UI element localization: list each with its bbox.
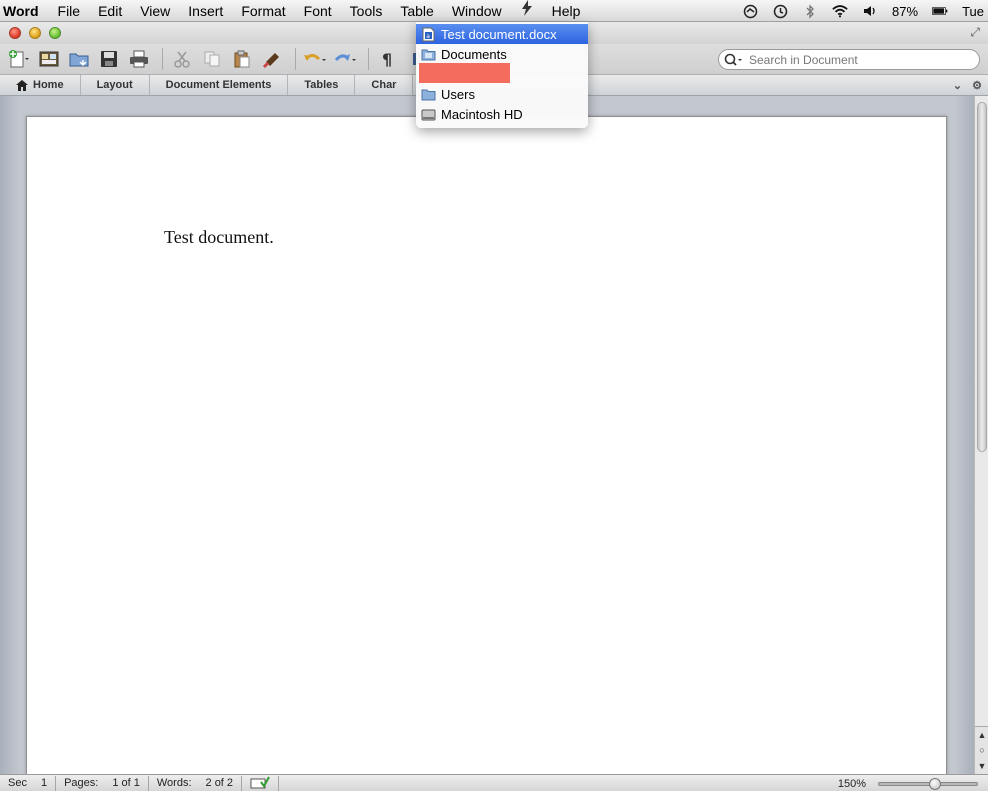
status-bar: Sec 1 Pages: 1 of 1 Words: 2 of 2 150% <box>0 774 988 791</box>
browse-object-icon[interactable]: ○ <box>979 745 984 755</box>
fullscreen-icon[interactable]: ⤢ <box>970 25 980 40</box>
document-page[interactable]: Test document. <box>26 116 947 786</box>
path-item-macintosh-hd[interactable]: Macintosh HD <box>416 104 588 124</box>
redacted-path-item[interactable] <box>419 63 510 83</box>
search-icon[interactable] <box>719 53 749 67</box>
copy-icon[interactable] <box>199 47 225 71</box>
tab-home[interactable]: Home <box>0 75 81 95</box>
path-item-document[interactable]: a Test document.docx <box>416 24 588 44</box>
redo-icon[interactable] <box>332 47 358 71</box>
templates-icon[interactable] <box>36 47 62 71</box>
hard-drive-icon <box>421 107 436 122</box>
folder-icon <box>421 47 436 62</box>
open-folder-icon[interactable] <box>66 47 92 71</box>
tab-document-elements[interactable]: Document Elements <box>150 75 289 95</box>
pages-label: Pages: <box>64 776 99 789</box>
tab-home-label: Home <box>33 79 64 91</box>
next-page-icon[interactable]: ▼ <box>978 761 987 771</box>
toolbar-separator <box>295 48 296 70</box>
clock[interactable]: Tue <box>962 4 984 19</box>
ribbon-gear-icon[interactable]: ⚙ <box>972 79 982 92</box>
app-menu[interactable]: Word <box>0 3 49 19</box>
format-painter-icon[interactable] <box>259 47 285 71</box>
zoom-slider[interactable] <box>878 777 978 790</box>
script-menu-icon[interactable] <box>511 0 543 22</box>
path-item-users[interactable]: Users <box>416 84 588 104</box>
menu-table[interactable]: Table <box>391 0 442 22</box>
pages-value: 1 of 1 <box>112 776 140 789</box>
tab-tables[interactable]: Tables <box>288 75 356 95</box>
scroll-thumb[interactable] <box>977 102 987 452</box>
path-item-label: Documents <box>441 46 507 62</box>
toolbar-separator <box>162 48 163 70</box>
menu-edit[interactable]: Edit <box>89 0 131 22</box>
spelling-check-icon <box>250 776 270 788</box>
page-navigation: ▲ ○ ▼ <box>975 726 988 774</box>
tab-layout[interactable]: Layout <box>81 75 150 95</box>
minimize-window-button[interactable] <box>29 27 41 39</box>
zoom-control: 150% <box>838 775 978 791</box>
menu-font[interactable]: Font <box>295 0 341 22</box>
document-text[interactable]: Test document. <box>164 227 274 248</box>
words-indicator[interactable]: Words: 2 of 2 <box>149 775 243 791</box>
document-path-menu: a Test document.docx Documents Users Mac… <box>416 22 588 128</box>
path-item-label: Macintosh HD <box>441 106 523 122</box>
save-icon[interactable] <box>96 47 122 71</box>
zoom-slider-knob[interactable] <box>929 777 941 790</box>
sync-icon[interactable] <box>742 3 758 19</box>
document-icon: a <box>421 27 436 42</box>
print-icon[interactable] <box>126 47 152 71</box>
folder-icon <box>421 87 436 102</box>
vertical-scrollbar[interactable]: ▲ ○ ▼ <box>974 96 988 774</box>
undo-icon[interactable] <box>302 47 328 71</box>
menu-insert[interactable]: Insert <box>179 0 232 22</box>
menu-file[interactable]: File <box>49 0 90 22</box>
words-label: Words: <box>156 776 192 789</box>
previous-page-icon[interactable]: ▲ <box>978 730 987 740</box>
path-item-documents[interactable]: Documents <box>416 44 588 64</box>
show-formatting-icon[interactable]: ¶ <box>375 47 401 71</box>
search-field[interactable]: Search in Document <box>718 49 980 70</box>
menu-tools[interactable]: Tools <box>341 0 392 22</box>
svg-text:a: a <box>426 33 430 40</box>
path-item-label: Test document.docx <box>441 26 557 42</box>
cut-icon[interactable] <box>169 47 195 71</box>
search-placeholder: Search in Document <box>749 52 858 67</box>
paste-icon[interactable] <box>229 47 255 71</box>
volume-icon[interactable] <box>862 3 878 19</box>
battery-icon[interactable] <box>932 3 948 19</box>
home-icon <box>16 79 28 91</box>
time-machine-icon[interactable] <box>772 3 788 19</box>
battery-percent[interactable]: 87% <box>892 4 918 19</box>
section-indicator[interactable]: Sec 1 <box>0 775 57 791</box>
zoom-level[interactable]: 150% <box>838 778 866 790</box>
svg-text:¶: ¶ <box>382 51 392 67</box>
section-value: 1 <box>40 776 48 789</box>
wifi-icon[interactable] <box>832 3 848 19</box>
new-document-icon[interactable] <box>6 47 32 71</box>
menu-view[interactable]: View <box>131 0 179 22</box>
section-label: Sec <box>8 776 27 789</box>
proofing-status[interactable] <box>242 775 280 791</box>
toolbar-separator <box>368 48 369 70</box>
menubar: Word File Edit View Insert Format Font T… <box>0 0 988 22</box>
menu-help[interactable]: Help <box>543 0 590 22</box>
bluetooth-icon[interactable] <box>802 3 818 19</box>
words-value: 2 of 2 <box>205 776 234 789</box>
path-item-label: Users <box>441 86 475 102</box>
zoom-window-button[interactable] <box>49 27 61 39</box>
menu-window[interactable]: Window <box>443 0 511 22</box>
tab-charts[interactable]: Char <box>355 75 414 95</box>
pages-indicator[interactable]: Pages: 1 of 1 <box>56 775 149 791</box>
collapse-ribbon-icon[interactable]: ⌄ <box>953 79 962 92</box>
close-window-button[interactable] <box>9 27 21 39</box>
menu-format[interactable]: Format <box>232 0 294 22</box>
document-canvas: Test document. <box>0 96 974 786</box>
